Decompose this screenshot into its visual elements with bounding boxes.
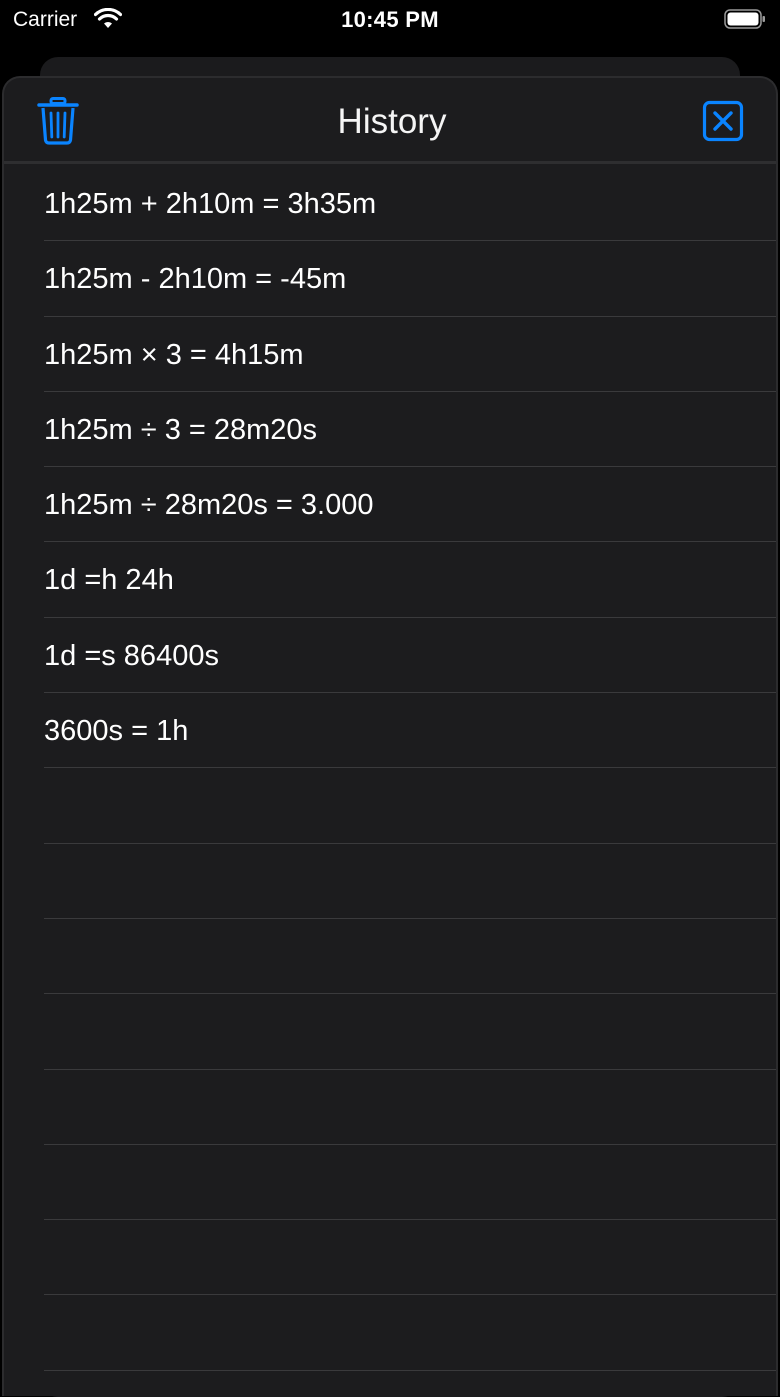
history-entry: 1h25m + 2h10m = 3h35m (44, 188, 377, 220)
list-item[interactable]: 1h25m - 2h10m = -45m (4, 241, 776, 317)
empty-list-item (4, 1220, 776, 1296)
battery-icon (724, 9, 765, 29)
empty-list-item (4, 1070, 776, 1146)
empty-list-item (4, 844, 776, 920)
history-sheet: History 1h25m + 2h10m = 3h35m 1h25m - 2h… (2, 76, 778, 1396)
empty-list-item (4, 768, 776, 844)
list-item[interactable]: 3600s = 1h (4, 693, 776, 769)
history-entry: 1h25m ÷ 3 = 28m20s (44, 413, 318, 446)
history-entry: 1h25m ÷ 28m20s = 3.000 (44, 489, 374, 522)
close-box-icon (702, 100, 744, 142)
list-item[interactable]: 1h25m + 2h10m = 3h35m (4, 166, 776, 242)
list-item[interactable]: 1d =s 86400s (4, 618, 776, 694)
history-entry: 3600s = 1h (44, 715, 189, 748)
list-item[interactable]: 1h25m × 3 = 4h15m (4, 317, 776, 393)
history-entry: 1d =s 86400s (44, 639, 219, 672)
status-bar: Carrier 10:45 PM (0, 0, 780, 40)
history-entry: 1d =h 24h (44, 564, 174, 597)
empty-list-item (4, 1295, 776, 1372)
empty-list-item (4, 1145, 776, 1221)
nav-bar: History (4, 78, 776, 164)
list-item[interactable]: 1d =h 24h (4, 542, 776, 619)
list-item[interactable]: 1h25m ÷ 28m20s = 3.000 (4, 467, 776, 543)
empty-list-item (4, 919, 776, 995)
history-entry: 1h25m - 2h10m = -45m (44, 263, 347, 296)
empty-list-item (4, 994, 776, 1070)
page-title: History (337, 102, 447, 141)
history-list: 1h25m + 2h10m = 3h35m 1h25m - 2h10m = -4… (4, 166, 776, 1372)
clock: 10:45 PM (341, 7, 439, 32)
list-item[interactable]: 1h25m ÷ 3 = 28m20s (4, 392, 776, 468)
history-entry: 1h25m × 3 = 4h15m (44, 338, 304, 371)
close-button[interactable] (702, 100, 746, 144)
